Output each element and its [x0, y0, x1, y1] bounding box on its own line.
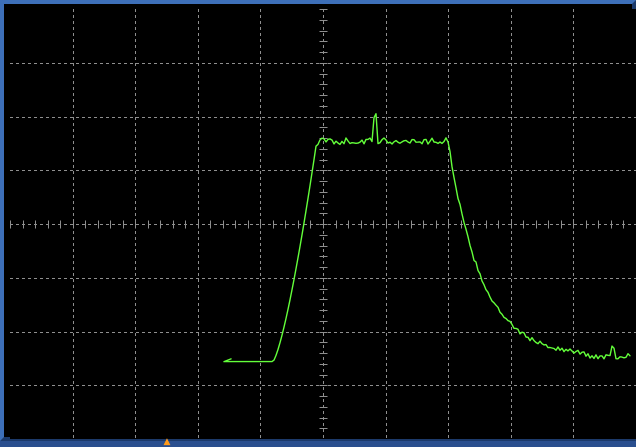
- waveform-plot[interactable]: [10, 9, 636, 439]
- oscilloscope-screen-frame: ▲: [0, 0, 636, 441]
- oscilloscope-display[interactable]: [10, 9, 636, 439]
- trigger-position-marker[interactable]: ▲: [162, 439, 172, 445]
